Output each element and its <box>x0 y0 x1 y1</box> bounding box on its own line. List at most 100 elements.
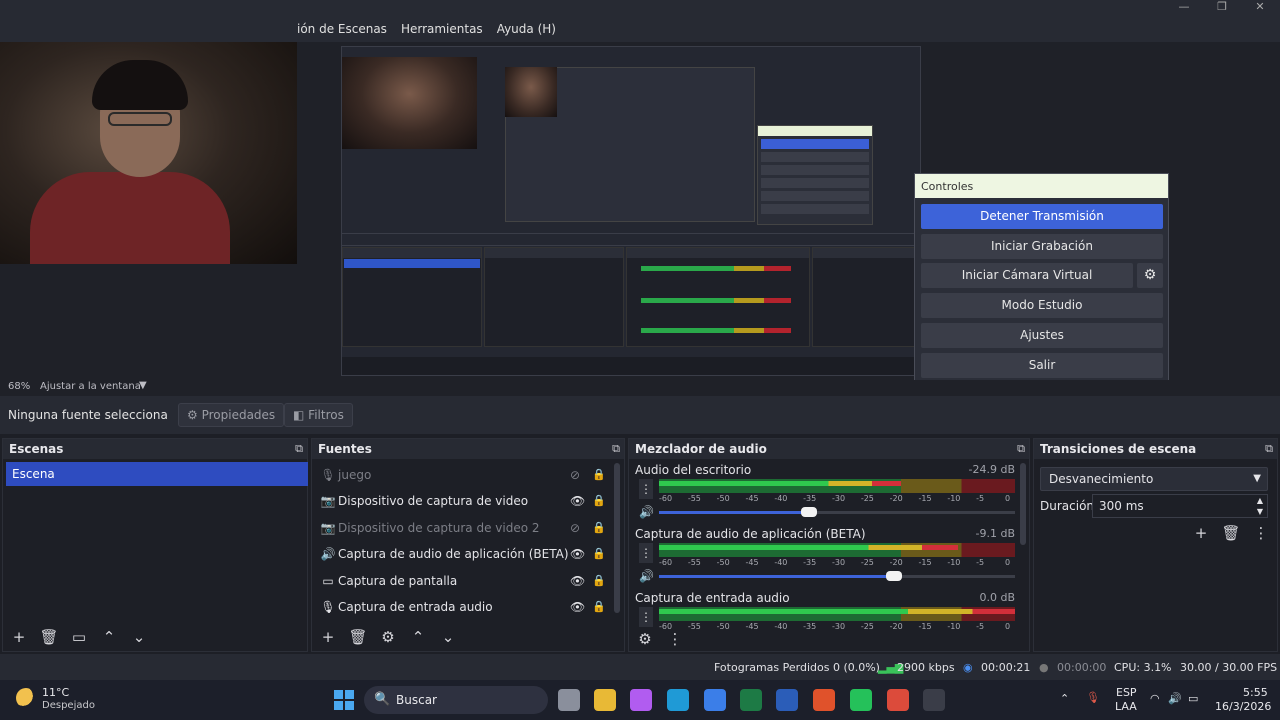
battery-icon[interactable]: ▭ <box>1188 692 1198 705</box>
channel-menu-icon[interactable]: ⋮ <box>639 543 653 563</box>
preview-canvas[interactable]: Controles Detener Transmisión Iniciar Gr… <box>0 42 1280 411</box>
chevron-down-icon[interactable]: ▼ <box>139 380 147 391</box>
close-button[interactable]: ✕ <box>1250 0 1270 13</box>
exit-button[interactable]: Salir <box>921 353 1163 378</box>
obs-app-icon[interactable] <box>923 689 945 711</box>
minimize-button[interactable]: — <box>1174 0 1194 13</box>
stop-streaming-button[interactable]: Detener Transmisión <box>921 204 1163 229</box>
filters-button[interactable]: ◧ Filtros <box>284 403 353 427</box>
studio-mode-button[interactable]: Modo Estudio <box>921 293 1163 318</box>
eye-hidden-icon[interactable]: ⊘ <box>570 463 580 487</box>
whatsapp-app-icon[interactable] <box>850 689 872 711</box>
undock-icon[interactable]: ⧉ <box>295 442 303 456</box>
source-toolbar: Ninguna fuente selecciona ⚙ Propiedades … <box>0 396 1280 434</box>
volume-icon[interactable]: 🔊 <box>1168 692 1182 705</box>
tick-label: -30 <box>832 558 846 567</box>
settings-button[interactable]: Ajustes <box>921 323 1163 348</box>
files-app-icon[interactable] <box>558 689 580 711</box>
lock-icon[interactable]: 🔒 <box>592 463 606 487</box>
volume-slider[interactable] <box>659 571 1015 581</box>
eye-icon[interactable]: 👁 <box>570 489 585 513</box>
add-transition-icon[interactable]: + <box>1191 523 1211 543</box>
clock-date[interactable]: 16/3/2026 <box>1215 700 1271 713</box>
taskbar-search[interactable]: 🔍 Buscar <box>364 686 548 714</box>
folder-app-icon[interactable] <box>594 689 616 711</box>
lock-icon[interactable]: 🔒 <box>592 569 606 593</box>
remove-scene-icon[interactable]: 🗑 <box>39 627 59 647</box>
scene-item[interactable]: Escena <box>6 462 308 486</box>
mixer-menu-icon[interactable]: ⋮ <box>665 629 685 649</box>
eye-icon[interactable]: 👁 <box>570 569 585 593</box>
undock-icon[interactable]: ⧉ <box>1017 442 1025 456</box>
lock-icon[interactable]: 🔒 <box>592 595 606 619</box>
move-up-icon[interactable]: ⌃ <box>408 627 428 647</box>
excel-app-icon[interactable] <box>740 689 762 711</box>
properties-button[interactable]: ⚙ Propiedades <box>178 403 285 427</box>
eye-icon[interactable]: 👁 <box>570 542 585 566</box>
speaker-icon[interactable]: 🔊 <box>639 505 654 519</box>
move-down-icon[interactable]: ⌄ <box>438 627 458 647</box>
add-scene-icon[interactable]: + <box>9 627 29 647</box>
move-up-icon[interactable]: ⌃ <box>99 627 119 647</box>
microphone-icon[interactable]: 🎙 <box>1086 691 1100 704</box>
eye-icon[interactable]: 👁 <box>570 595 585 619</box>
slider-knob[interactable] <box>885 571 902 581</box>
add-source-icon[interactable]: + <box>318 627 338 647</box>
sources-scrollbar[interactable] <box>614 463 620 613</box>
duration-label: Duración <box>1040 499 1095 513</box>
copilot-app-icon[interactable] <box>630 689 652 711</box>
move-down-icon[interactable]: ⌄ <box>129 627 149 647</box>
volume-slider[interactable] <box>659 507 1015 517</box>
window-buttons: — ❐ ✕ <box>1174 0 1270 13</box>
undock-icon[interactable]: ⧉ <box>612 442 620 456</box>
channel-menu-icon[interactable]: ⋮ <box>639 607 653 627</box>
zoom-fit-select[interactable]: Ajustar a la ventana <box>40 381 141 392</box>
start-virtual-camera-button[interactable]: Iniciar Cámara Virtual <box>921 263 1133 288</box>
virtual-camera-settings-gear-icon[interactable]: ⚙ <box>1137 263 1163 288</box>
spinner-icon[interactable]: ▲ ▼ <box>1257 495 1263 517</box>
language-secondary[interactable]: LAA <box>1115 700 1137 713</box>
store-app-icon[interactable] <box>704 689 726 711</box>
camera-icon: 📷 <box>320 521 336 535</box>
slider-knob[interactable] <box>800 507 817 517</box>
lock-icon[interactable]: 🔒 <box>592 489 606 513</box>
menu-bar: ión de Escenas Herramientas Ayuda (H) <box>0 18 1280 42</box>
source-item[interactable]: ▭ Captura de pantalla 👁 🔒 <box>320 569 610 593</box>
eye-hidden-icon[interactable]: ⊘ <box>570 516 580 540</box>
moon-weather-icon[interactable] <box>16 688 36 708</box>
speaker-icon[interactable]: 🔊 <box>639 569 654 583</box>
remove-transition-icon[interactable]: 🗑 <box>1221 523 1241 543</box>
lock-icon[interactable]: 🔒 <box>592 516 606 540</box>
source-properties-gear-icon[interactable]: ⚙ <box>378 627 398 647</box>
duration-input[interactable]: 300 ms ▲ ▼ <box>1092 494 1268 518</box>
chevron-up-icon[interactable]: ⌃ <box>1060 692 1069 705</box>
mixer-scrollbar[interactable] <box>1020 463 1026 545</box>
menu-help[interactable]: Ayuda (H) <box>497 22 556 36</box>
brave-app-icon[interactable] <box>813 689 835 711</box>
lock-icon[interactable]: 🔒 <box>592 542 606 566</box>
windows-start-icon[interactable] <box>334 690 354 710</box>
source-item[interactable]: 🎙 Captura de entrada audio 👁 🔒 <box>320 595 610 619</box>
menu-tools[interactable]: Herramientas <box>401 22 483 36</box>
start-recording-button[interactable]: Iniciar Grabación <box>921 234 1163 259</box>
edge-app-icon[interactable] <box>667 689 689 711</box>
word-app-icon[interactable] <box>776 689 798 711</box>
maximize-button[interactable]: ❐ <box>1212 0 1232 13</box>
menu-scene-collection[interactable]: ión de Escenas <box>297 22 387 36</box>
undock-icon[interactable]: ⧉ <box>1265 442 1273 456</box>
source-item[interactable]: 🎙 juego ⊘ 🔒 <box>320 463 610 487</box>
clock-time[interactable]: 5:55 <box>1243 686 1268 699</box>
transition-select[interactable]: Desvanecimiento ▼ <box>1040 467 1268 491</box>
controls-dock: Controles Detener Transmisión Iniciar Gr… <box>914 173 1169 411</box>
remove-source-icon[interactable]: 🗑 <box>348 627 368 647</box>
channel-menu-icon[interactable]: ⋮ <box>639 479 653 499</box>
advanced-audio-gear-icon[interactable]: ⚙ <box>635 629 655 649</box>
chrome-app-icon[interactable] <box>887 689 909 711</box>
source-item[interactable]: 📷 Dispositivo de captura de video 2 ⊘ 🔒 <box>320 516 610 540</box>
source-item[interactable]: 📷 Dispositivo de captura de video 👁 🔒 <box>320 489 610 513</box>
language-primary[interactable]: ESP <box>1116 686 1137 699</box>
scene-filters-icon[interactable]: ▭ <box>69 627 89 647</box>
source-item[interactable]: 🔊 Captura de audio de aplicación (BETA) 👁… <box>320 542 610 566</box>
wifi-icon[interactable]: ◠ <box>1150 692 1160 705</box>
transition-menu-icon[interactable]: ⋮ <box>1251 523 1271 543</box>
